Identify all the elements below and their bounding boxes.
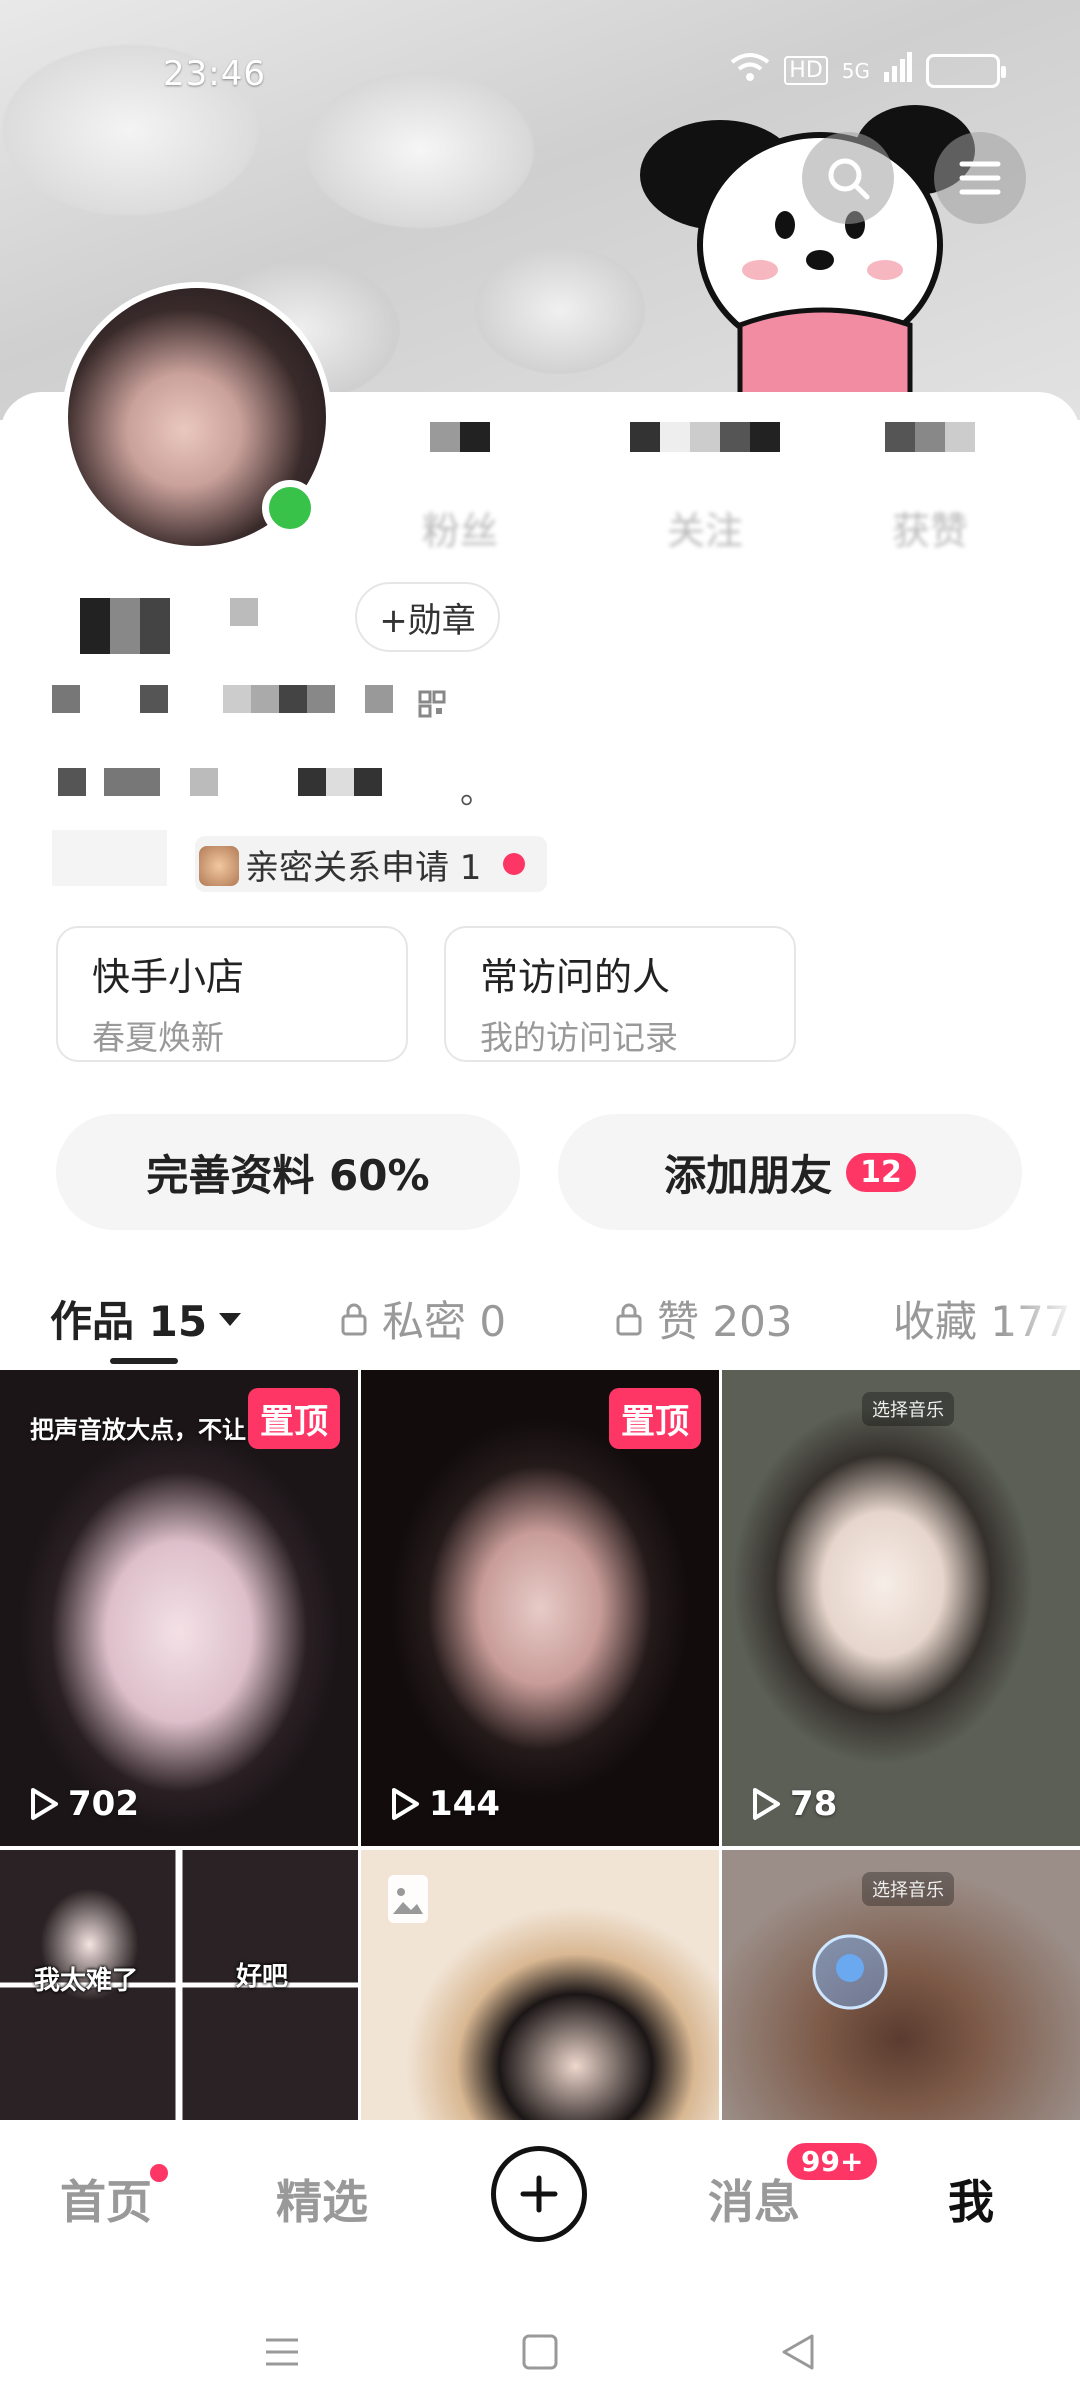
create-button[interactable] — [491, 2146, 587, 2242]
video-caption: 把声音放大点，不让 — [30, 1416, 246, 1444]
visitors-subtitle: 我的访问记录 — [480, 1018, 678, 1057]
play-count: 78 — [750, 1784, 837, 1824]
tab-private-label: 私密 0 — [382, 1297, 507, 1346]
lock-icon — [341, 1303, 367, 1335]
play-count-value: 144 — [429, 1784, 500, 1824]
tab-works[interactable]: 作品 15 — [50, 1288, 243, 1349]
online-status-dot — [262, 480, 318, 536]
tab-private[interactable]: 私密 0 — [340, 1288, 506, 1349]
play-icon — [753, 1788, 780, 1820]
plus-icon — [520, 2175, 558, 2213]
shop-subtitle: 春夏焕新 — [92, 1018, 224, 1057]
play-count: 702 — [28, 1784, 139, 1824]
tab-liked-label: 赞 203 — [657, 1297, 793, 1346]
home-icon[interactable] — [520, 2332, 560, 2372]
image-icon — [388, 1875, 428, 1923]
sticker-text: 好吧 — [236, 1962, 289, 1992]
username-mosaic — [80, 598, 258, 654]
video-card[interactable]: 选择音乐 78 — [722, 1370, 1080, 1846]
jellyfish-sticker-icon — [812, 1934, 888, 2010]
network-label: 5G — [841, 58, 870, 83]
play-icon — [31, 1788, 58, 1820]
add-friends-label: 添加朋友 — [664, 1150, 833, 1200]
pinned-badge: 置顶 — [248, 1388, 340, 1449]
add-friends-button[interactable]: 添加朋友 12 — [558, 1114, 1022, 1230]
back-icon[interactable] — [778, 2332, 818, 2372]
tag-mosaic — [52, 830, 167, 886]
signal-icon — [884, 52, 912, 89]
stat-following-value-mosaic — [620, 422, 790, 482]
home-unread-dot — [150, 2164, 168, 2182]
lock-icon — [616, 1303, 642, 1335]
tab-liked[interactable]: 赞 203 — [615, 1288, 793, 1349]
stat-likes-value-mosaic — [855, 422, 1005, 482]
recent-apps-icon[interactable] — [262, 2332, 302, 2372]
nav-me[interactable]: 我 — [948, 2166, 994, 2232]
stat-followers[interactable]: 粉丝 — [385, 422, 535, 555]
stat-likes[interactable]: 获赞 — [855, 422, 1005, 555]
bio-mosaic — [58, 768, 442, 796]
kuaishou-shop-tile[interactable]: 快手小店 春夏焕新 — [56, 926, 408, 1062]
caret-down-icon — [219, 1312, 242, 1326]
intimacy-avatar — [199, 846, 239, 886]
shop-title: 快手小店 — [92, 955, 245, 999]
menu-icon — [959, 161, 1001, 195]
stat-following-label: 关注 — [666, 509, 743, 553]
play-count: 144 — [389, 1784, 500, 1824]
video-card[interactable]: 置顶 144 — [361, 1370, 719, 1846]
battery-icon — [926, 53, 1006, 88]
bottom-nav: 首页 精选 消息 99+ 我 — [0, 2120, 1080, 2280]
works-grid: 把声音放大点，不让 置顶 702 置顶 144 选择音乐 78 我太难了 好吧 … — [0, 1370, 1080, 2120]
nav-home[interactable]: 首页 — [60, 2166, 152, 2232]
photo-card[interactable] — [361, 1850, 719, 2120]
nav-messages[interactable]: 消息 — [708, 2166, 800, 2232]
stat-likes-label: 获赞 — [891, 509, 968, 553]
play-count-value: 702 — [68, 1784, 139, 1824]
video-card[interactable]: 选择音乐 — [722, 1850, 1080, 2120]
sticker-text: 我太难了 — [34, 1966, 139, 1996]
intimacy-request-label: 亲密关系申请 1 — [245, 847, 482, 888]
nav-featured[interactable]: 精选 — [276, 2166, 368, 2232]
hd-icon: HD — [784, 56, 828, 85]
add-friends-count-badge: 12 — [846, 1152, 916, 1192]
video-card[interactable]: 我太难了 好吧 — [0, 1850, 358, 2120]
frequent-visitors-tile[interactable]: 常访问的人 我的访问记录 — [444, 926, 796, 1062]
play-icon — [392, 1788, 419, 1820]
search-icon — [828, 158, 870, 200]
menu-button[interactable] — [934, 132, 1026, 224]
qrcode-icon[interactable] — [418, 690, 446, 722]
user-id-mosaic — [52, 685, 393, 713]
intimacy-request-chip[interactable]: 亲密关系申请 1 — [195, 836, 548, 892]
content-tabs: 作品 15 私密 0 赞 203 收藏 177 — [0, 1270, 1080, 1370]
video-card[interactable]: 把声音放大点，不让 置顶 702 — [0, 1370, 358, 1846]
search-button[interactable] — [802, 132, 894, 224]
status-time: 23:46 — [163, 54, 266, 94]
visitors-title: 常访问的人 — [480, 955, 671, 999]
bio-end-text: 。 — [460, 772, 494, 812]
music-chip: 选择音乐 — [862, 1872, 954, 1906]
stat-followers-label: 粉丝 — [421, 509, 498, 553]
intimacy-unread-dot — [503, 853, 526, 875]
tabs-fade — [1000, 1270, 1080, 1370]
status-bar: 23:46 HD 5G — [0, 44, 1080, 104]
add-badge-button[interactable]: +勋章 — [355, 582, 500, 652]
tab-works-label: 作品 15 — [50, 1297, 208, 1346]
stat-following[interactable]: 关注 — [620, 422, 790, 555]
complete-profile-button[interactable]: 完善资料 60% — [56, 1114, 520, 1230]
system-nav-bar — [0, 2280, 1080, 2400]
active-tab-indicator — [110, 1358, 178, 1364]
play-count-value: 78 — [790, 1784, 838, 1824]
music-chip: 选择音乐 — [862, 1392, 954, 1426]
status-icons: HD 5G — [730, 52, 1006, 89]
complete-profile-label: 完善资料 60% — [146, 1150, 430, 1200]
messages-badge: 99+ — [784, 2140, 881, 2183]
wifi-icon — [730, 52, 770, 89]
pinned-badge: 置顶 — [609, 1388, 701, 1449]
stat-followers-value-mosaic — [385, 422, 535, 482]
mascot-illustration — [640, 105, 975, 395]
